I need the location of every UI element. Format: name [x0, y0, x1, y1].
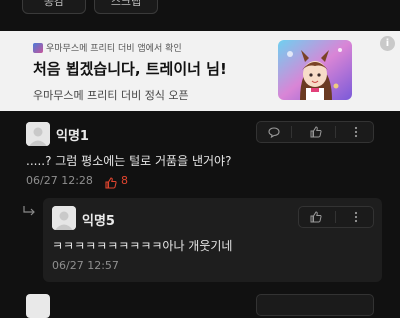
comment-actions [256, 294, 374, 316]
like-post-button[interactable]: 공감 [22, 0, 86, 14]
app-icon [33, 43, 43, 53]
avatar [52, 206, 76, 230]
reply-actions [298, 206, 374, 228]
comment-timestamp: 06/27 12:28 [26, 174, 93, 187]
reply-arrow-icon [22, 202, 36, 221]
comment-text: ㅋㅋㅋㅋㅋㅋㅋㅋㅋㅋ아나 개웃기네 [52, 239, 233, 253]
reply-button[interactable] [259, 122, 289, 142]
like-comment-button[interactable] [301, 122, 331, 142]
comment-author: 익명1 [56, 129, 89, 144]
comment-author: 익명5 [82, 214, 115, 229]
scrap-post-button[interactable]: 스크랩 [94, 0, 158, 14]
thumbs-up-icon [310, 208, 322, 227]
like-post-label: 공감 [43, 0, 65, 8]
avatar [26, 122, 50, 146]
like-count-icon [105, 174, 117, 193]
speech-bubble-icon [268, 123, 280, 142]
ad-title: 처음 뵙겠습니다, 트레이너 님! [33, 60, 227, 78]
scrap-post-label: 스크랩 [110, 0, 142, 8]
more-vertical-icon [354, 123, 358, 142]
more-options-button[interactable] [341, 207, 371, 227]
more-vertical-icon [354, 208, 358, 227]
more-options-button[interactable] [341, 122, 371, 142]
comment-text: .....? 그럼 평소에는 털로 거품을 낸거야? [26, 154, 232, 168]
comment-timestamp: 06/27 12:57 [52, 259, 119, 272]
like-comment-button[interactable] [301, 207, 331, 227]
ad-subtitle: 우마무스메 프리티 더비 정식 오픈 [33, 89, 189, 102]
comment-actions [256, 121, 374, 143]
ad-character-image [278, 40, 352, 100]
thumbs-up-icon [310, 123, 322, 142]
like-count: 8 [121, 174, 128, 187]
ad-info-icon[interactable]: i [380, 36, 395, 51]
avatar [26, 294, 50, 318]
ad-source: 우마무스메 프리티 더비 앱에서 확인 [46, 44, 182, 54]
